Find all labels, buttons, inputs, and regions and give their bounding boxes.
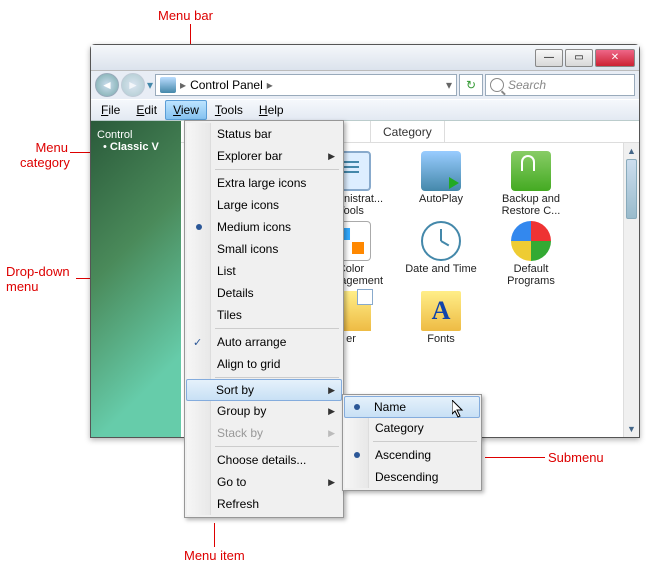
search-icon [490, 78, 504, 92]
menu-bar: File Edit View Tools Help [91, 99, 639, 121]
annotation-line [485, 457, 545, 458]
radio-indicator-icon [354, 452, 360, 458]
search-input[interactable]: Search [485, 74, 635, 96]
menu-item-list[interactable]: List [187, 260, 341, 282]
annotation-menu-category: Menu category [20, 140, 68, 170]
menu-item-group-by[interactable]: Group by▶ [187, 400, 341, 422]
menu-item-align-to-grid[interactable]: Align to grid [187, 353, 341, 375]
forward-button[interactable]: ► [121, 73, 145, 97]
scroll-down-icon[interactable]: ▼ [624, 421, 639, 437]
scroll-up-icon[interactable]: ▲ [624, 143, 639, 159]
menu-separator [215, 169, 339, 170]
column-category[interactable]: Category [371, 121, 445, 142]
annotation-menu-item: Menu item [184, 548, 245, 563]
sidebar-item[interactable]: • Classic V [103, 141, 175, 153]
radio-indicator-icon [196, 224, 202, 230]
menu-file[interactable]: File [93, 100, 128, 120]
menu-item-medium-icons[interactable]: Medium icons [187, 216, 341, 238]
list-item[interactable]: Default Programs [491, 221, 571, 287]
menu-item-status-bar[interactable]: Status bar [187, 123, 341, 145]
menu-edit[interactable]: Edit [128, 100, 165, 120]
submenu-arrow-icon: ▶ [328, 385, 335, 396]
back-button[interactable]: ◄ [95, 73, 119, 97]
close-button[interactable]: ✕ [595, 49, 635, 67]
menu-item-extra-large-icons[interactable]: Extra large icons [187, 172, 341, 194]
menu-help[interactable]: Help [251, 100, 292, 120]
annotation-menu-bar: Menu bar [158, 8, 213, 23]
content-area: Control • Classic V Name Category are Ad… [91, 121, 639, 437]
navigation-bar: ◄ ► ▾ ▸ Control Panel ▸ ▾ ↻ Search [91, 71, 639, 99]
menu-item-large-icons[interactable]: Large icons [187, 194, 341, 216]
refresh-button[interactable]: ↻ [459, 74, 483, 96]
menu-item-auto-arrange[interactable]: ✓Auto arrange [187, 331, 341, 353]
menu-separator [215, 377, 339, 378]
scrollbar-thumb[interactable] [626, 159, 637, 219]
submenu-arrow-icon: ▶ [328, 151, 335, 162]
maximize-button[interactable]: ▭ [565, 49, 593, 67]
menu-item-sort-by[interactable]: Sort by▶ [186, 379, 342, 401]
menu-view[interactable]: View [165, 100, 207, 120]
sidebar: Control • Classic V [91, 121, 181, 437]
submenu-arrow-icon: ▶ [328, 428, 335, 439]
menu-item-explorer-bar[interactable]: Explorer bar▶ [187, 145, 341, 167]
submenu-arrow-icon: ▶ [328, 477, 335, 488]
vertical-scrollbar[interactable]: ▲ ▼ [623, 143, 639, 437]
annotation-line [214, 523, 215, 547]
menu-separator [373, 441, 477, 442]
nav-dropdown-icon[interactable]: ▾ [147, 78, 153, 92]
list-item[interactable]: AFonts [401, 291, 481, 345]
radio-indicator-icon [354, 404, 360, 410]
chevron-right-icon[interactable]: ▸ [180, 78, 186, 92]
address-dropdown-icon[interactable]: ▾ [446, 78, 452, 92]
titlebar[interactable]: — ▭ ✕ [91, 45, 639, 71]
annotation-submenu: Submenu [548, 450, 604, 465]
list-item[interactable]: Backup and Restore C... [491, 151, 571, 217]
explorer-window: — ▭ ✕ ◄ ► ▾ ▸ Control Panel ▸ ▾ ↻ Search… [90, 44, 640, 438]
menu-item-tiles[interactable]: Tiles [187, 304, 341, 326]
submenu-item-ascending[interactable]: Ascending [345, 444, 479, 466]
menu-separator [215, 328, 339, 329]
chevron-right-icon[interactable]: ▸ [267, 78, 273, 92]
search-placeholder: Search [508, 78, 546, 92]
sidebar-item[interactable]: Control [97, 129, 175, 141]
submenu-item-descending[interactable]: Descending [345, 466, 479, 488]
list-item[interactable]: AutoPlay [401, 151, 481, 217]
menu-item-details[interactable]: Details [187, 282, 341, 304]
menu-item-small-icons[interactable]: Small icons [187, 238, 341, 260]
menu-tools[interactable]: Tools [207, 100, 251, 120]
list-item[interactable]: Date and Time [401, 221, 481, 287]
menu-item-choose-details[interactable]: Choose details... [187, 449, 341, 471]
menu-item-go-to[interactable]: Go to▶ [187, 471, 341, 493]
check-indicator-icon: ✓ [193, 336, 202, 349]
minimize-button[interactable]: — [535, 49, 563, 67]
menu-item-refresh[interactable]: Refresh [187, 493, 341, 515]
annotation-dropdown: Drop-down menu [6, 264, 76, 294]
breadcrumb-item[interactable]: Control Panel [190, 78, 263, 92]
address-bar[interactable]: ▸ Control Panel ▸ ▾ [155, 74, 457, 96]
menu-separator [215, 446, 339, 447]
mouse-cursor-icon [452, 400, 466, 423]
menu-item-stack-by: Stack by▶ [187, 422, 341, 444]
view-dropdown-menu: Status bar Explorer bar▶ Extra large ico… [184, 120, 344, 518]
control-panel-icon [160, 77, 176, 93]
submenu-arrow-icon: ▶ [328, 406, 335, 417]
